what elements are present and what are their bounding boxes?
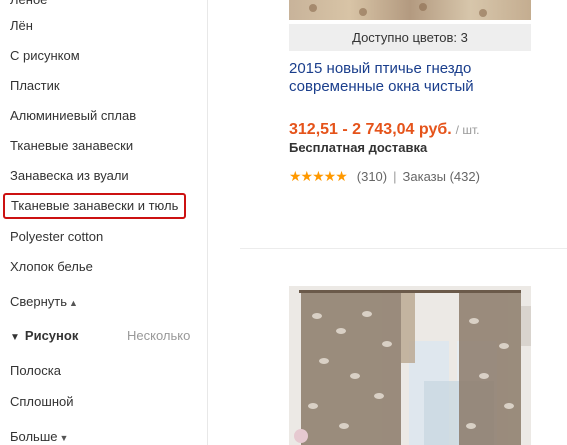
star-rating-icon: ★★★★★: [289, 168, 348, 184]
pattern-section-title: Рисунок: [24, 328, 79, 343]
sidebar-item-patterned[interactable]: С рисунком: [10, 48, 80, 64]
sidebar-item-linen[interactable]: Лён: [10, 18, 33, 34]
sidebar-item-stripe[interactable]: Полоска: [10, 363, 61, 379]
sidebar-item-partial[interactable]: Лёное: [10, 0, 47, 8]
rating-row: ★★★★★ (310) | Заказы (432): [289, 168, 480, 185]
collapse-label: Свернуть: [10, 294, 68, 309]
curtain-photo-illustration: [289, 286, 531, 445]
chevron-up-icon: ▲: [69, 298, 78, 308]
sidebar-item-solid[interactable]: Сплошной: [10, 394, 74, 410]
sidebar-item-voile-curtain[interactable]: Занавеска из вуали: [10, 168, 129, 184]
sidebar-item-fabric-curtains[interactable]: Тканевые занавески: [10, 138, 133, 154]
sidebar-item-aluminum[interactable]: Алюминиевый сплав: [10, 108, 136, 124]
pattern-section-header[interactable]: ▼ Рисунок: [10, 328, 78, 343]
orders-count[interactable]: Заказы (432): [403, 169, 480, 184]
product-divider: [240, 248, 567, 249]
triangle-down-icon: ▼: [10, 332, 20, 343]
more-link[interactable]: Больше ▼: [10, 429, 68, 444]
price-row: 312,51 - 2 743,04 руб. / шт.: [289, 121, 479, 139]
product-image-2[interactable]: [289, 286, 531, 445]
product-image-1[interactable]: [289, 0, 531, 20]
free-shipping-label: Бесплатная доставка: [289, 140, 428, 155]
product-title-1[interactable]: 2015 новый птичье гнездо современные окн…: [289, 60, 549, 96]
pattern-multi-select[interactable]: Несколько: [127, 328, 190, 343]
price-unit: / шт.: [455, 123, 480, 137]
product-list: Доступно цветов: 3 2015 новый птичье гне…: [208, 0, 567, 445]
collapse-link[interactable]: Свернуть ▲: [10, 294, 78, 309]
rating-count[interactable]: (310): [357, 169, 387, 184]
colors-available-bar: Доступно цветов: 3: [289, 24, 531, 51]
sidebar-item-polyester-cotton[interactable]: Polyester cotton: [10, 229, 103, 245]
more-label: Больше: [10, 429, 58, 444]
product-price-1: 312,51 - 2 743,04 руб.: [289, 121, 452, 138]
sidebar-item-cotton-linen[interactable]: Хлопок белье: [10, 259, 93, 275]
divider-pipe: |: [393, 169, 397, 184]
filter-sidebar: Лёное Лён С рисунком Пластик Алюминиевый…: [0, 0, 208, 445]
chevron-down-icon: ▼: [59, 433, 69, 443]
sidebar-item-plastic[interactable]: Пластик: [10, 78, 60, 94]
sidebar-item-curtains-and-tulle[interactable]: Тканевые занавески и тюль: [3, 193, 187, 219]
